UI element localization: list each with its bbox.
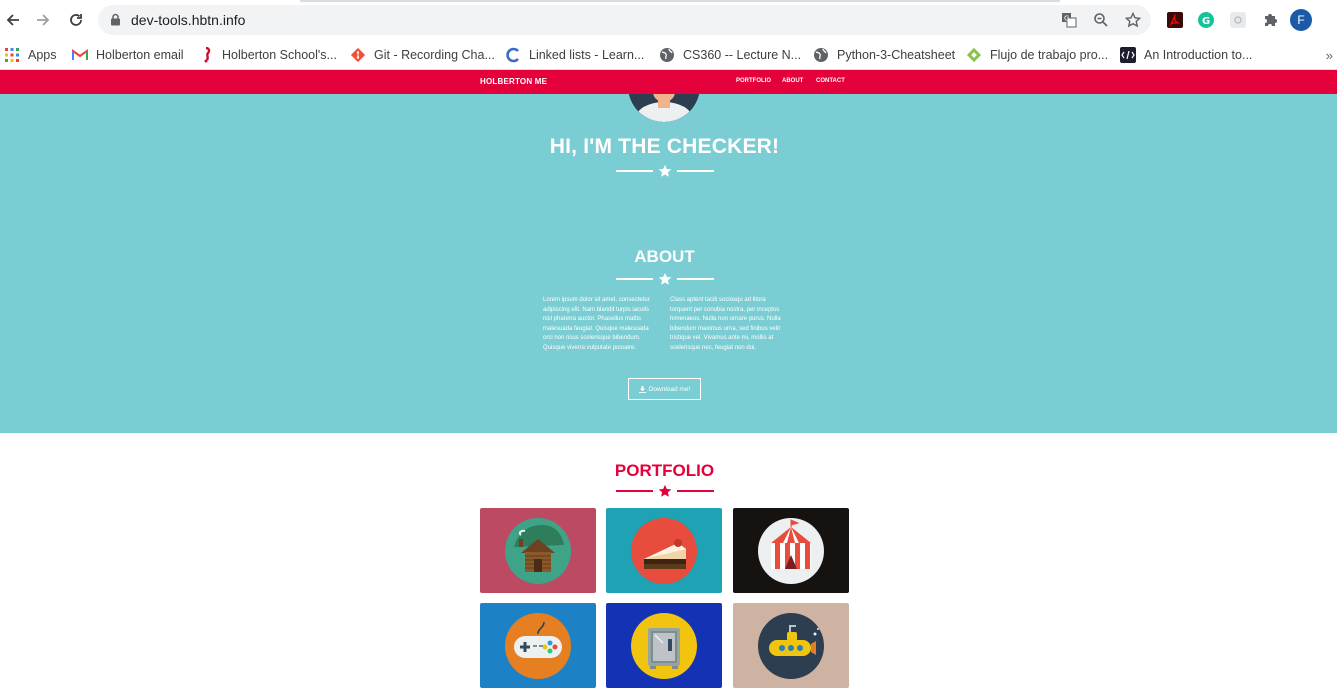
url-text: dev-tools.hbtn.info [131,12,246,28]
git-icon [350,47,366,63]
bookmark-holberton-email[interactable]: Holberton email [72,44,184,66]
bookmark-label: CS360 -- Lecture N... [683,48,802,62]
terminal-icon [1120,47,1136,63]
gmail-icon [72,47,88,63]
lock-icon [111,13,120,26]
globe-icon [813,47,829,63]
extension-gear-icon[interactable] [1228,10,1248,30]
hero-title: HI, I'M THE CHECKER! [549,135,780,158]
bookmarks-bar: Apps Holberton email Holberton School's.… [0,40,1337,70]
holberton-icon [198,47,214,63]
bookmark-label: Linked lists - Learn... [529,48,645,62]
nav-contact-link[interactable]: CONTACT [816,78,845,84]
bookmark-label: Apps [28,48,57,62]
portfolio-item-cabin[interactable] [480,508,596,593]
submarine-icon [758,612,824,679]
cabin-icon [505,517,571,584]
bookmark-apps[interactable]: Apps [4,44,57,66]
extensions-puzzle-icon[interactable] [1260,10,1280,30]
bookmark-label: Git - Recording Cha... [374,48,495,62]
about-text-left: Lorem ipsum dolor sit amet, consectetur … [543,297,650,351]
bookmark-holberton-school[interactable]: Holberton School's... [198,44,337,66]
portfolio-item-submarine[interactable] [733,603,849,688]
nav-portfolio-link[interactable]: PORTFOLIO [736,78,771,84]
diamond-icon [966,47,982,63]
circus-tent-icon [758,517,824,584]
browser-toolbar: dev-tools.hbtn.info G G F [0,0,1337,40]
bookmark-label: An Introduction to... [1144,48,1253,62]
portfolio-item-circus-tent[interactable] [733,508,849,593]
safe-icon [631,612,697,679]
web-page: HOLBERTON ME PORTFOLIO ABOUT CONTACT HI,… [0,70,1337,696]
star-icon [658,484,672,497]
bookmark-label: Python-3-Cheatsheet [837,48,956,62]
apps-grid-icon [4,47,20,63]
cake-icon [631,517,697,584]
c-icon [505,47,521,63]
bookmark-introduction[interactable]: An Introduction to... [1120,44,1252,66]
portfolio-heading: PORTFOLIO [614,461,715,480]
bookmarks-overflow-button[interactable]: » [1326,48,1333,63]
star-icon [658,272,672,285]
grammarly-extension-icon[interactable]: G [1196,10,1216,30]
portfolio-item-cake[interactable] [606,508,722,593]
site-navbar: HOLBERTON ME PORTFOLIO ABOUT CONTACT [0,70,1337,94]
site-brand-link[interactable]: HOLBERTON ME [480,77,547,86]
back-arrow-icon [6,14,19,26]
tab-strip-edge [300,0,1060,2]
bookmark-linked-lists[interactable]: Linked lists - Learn... [505,44,644,66]
reload-icon [70,14,82,26]
hero-star-divider [616,164,714,178]
back-button[interactable] [1,8,25,32]
bookmark-label: Holberton School's... [222,48,337,62]
about-text-right: Class aptent taciti sociosqu ad litora t… [670,297,781,351]
translate-icon[interactable]: G [1061,12,1077,28]
svg-text:G: G [1202,16,1210,27]
address-bar[interactable]: dev-tools.hbtn.info G [98,5,1151,35]
download-icon [638,385,646,393]
reload-button[interactable] [64,8,88,32]
bookmark-label: Flujo de trabajo pro... [990,48,1109,62]
hero-section: HI, I'M THE CHECKER! ABOUT Lorem ipsum d… [0,70,1337,433]
profile-avatar[interactable]: F [1290,9,1312,31]
bookmark-star-icon[interactable] [1125,12,1141,28]
portfolio-item-game-controller[interactable] [480,603,596,688]
download-button-label: Download me! [648,385,691,393]
bookmark-label: Holberton email [96,48,184,62]
portfolio-section: PORTFOLIO [0,433,1337,696]
bookmark-git[interactable]: Git - Recording Cha... [350,44,495,66]
nav-about-link[interactable]: ABOUT [782,78,803,84]
star-icon [658,164,672,177]
acrobat-extension-icon[interactable] [1165,10,1185,30]
svg-text:G: G [1064,15,1069,23]
download-button[interactable]: Download me! [628,378,701,400]
portfolio-item-safe[interactable] [606,603,722,688]
globe-icon [659,47,675,63]
about-heading: ABOUT [634,247,695,266]
zoom-icon[interactable] [1093,12,1109,28]
game-controller-icon [505,612,571,679]
about-star-divider [616,272,714,286]
bookmark-python-cheatsheet[interactable]: Python-3-Cheatsheet [813,44,955,66]
portfolio-star-divider [616,484,714,498]
bookmark-cs360[interactable]: CS360 -- Lecture N... [659,44,801,66]
forward-button[interactable] [31,8,55,32]
forward-arrow-icon [37,14,50,26]
bookmark-flujo-de-trabajo[interactable]: Flujo de trabajo pro... [966,44,1108,66]
